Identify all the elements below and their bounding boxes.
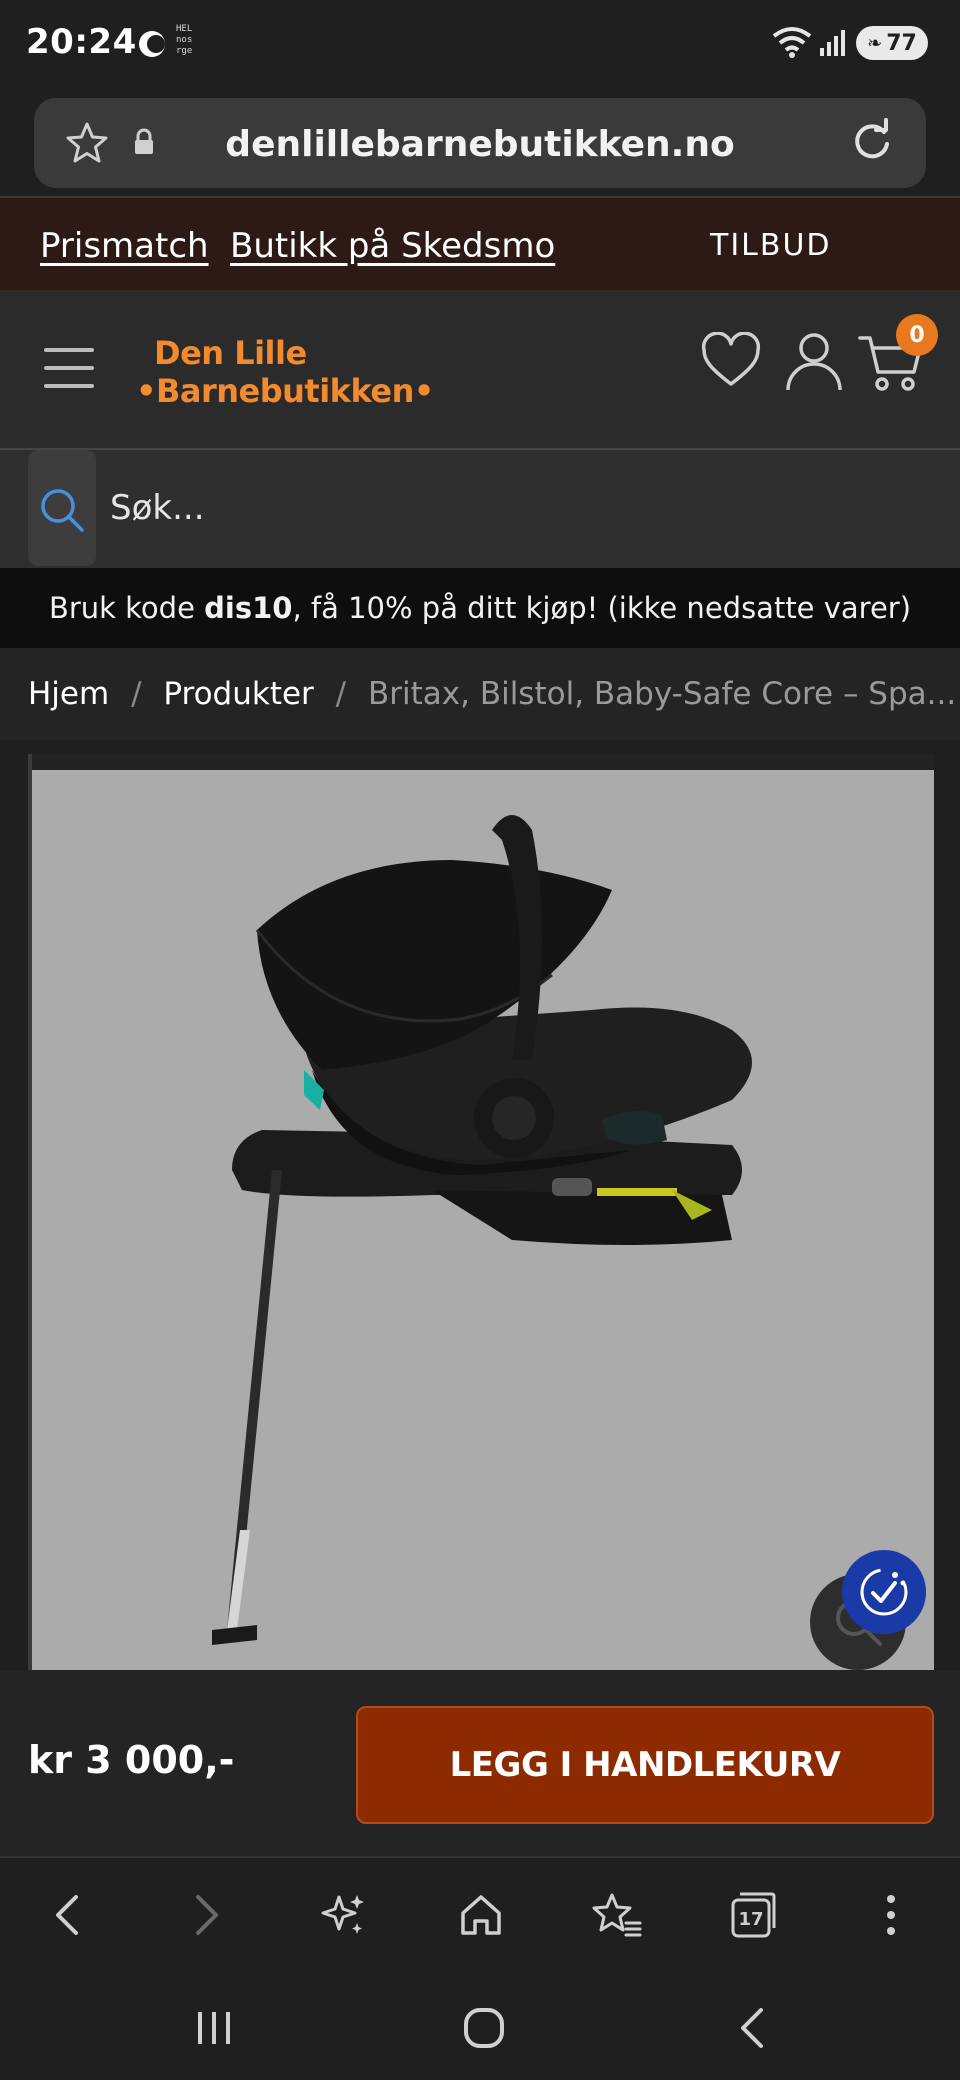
discount-code: dis10 <box>204 591 293 625</box>
bookmarks-star-icon <box>592 1893 642 1937</box>
store-skedsmo-link[interactable]: Butikk på Skedsmo <box>230 226 555 266</box>
breadcrumb: Hjem / Produkter / Britax, Bilstol, Baby… <box>0 648 960 740</box>
breadcrumb-current: Britax, Bilstol, Baby-Safe Core – Spa... <box>367 676 957 712</box>
bookmarks-button[interactable] <box>590 1888 644 1942</box>
tabs-button[interactable]: 17 <box>726 1888 780 1942</box>
browser-url-area: denlillebarnebutikken.no <box>0 92 960 196</box>
tabs-icon: 17 <box>731 1892 776 1938</box>
account-user-icon[interactable] <box>784 330 844 392</box>
back-arrow-icon <box>56 1895 78 1935</box>
status-bar: 20:24 HEL nos rge ❧ 77 <box>0 0 960 92</box>
ai-assistant-button[interactable] <box>316 1888 370 1942</box>
wishlist-heart-icon[interactable] <box>700 332 762 390</box>
product-price: kr 3 000,- <box>28 1738 235 1782</box>
accessibility-button[interactable] <box>842 1550 926 1634</box>
code-banner-prefix: Bruk kode <box>48 591 195 625</box>
promo-strip: Prismatch Butikk på Skedsmo TILBUD <box>0 196 960 290</box>
logo-line-1: Den Lille <box>154 334 307 372</box>
breadcrumb-home[interactable]: Hjem <box>28 676 109 712</box>
breadcrumb-separator: / <box>131 676 142 712</box>
breadcrumb-products[interactable]: Produkter <box>163 676 313 712</box>
offers-link[interactable]: TILBUD <box>710 228 832 263</box>
system-nav-bar <box>0 1968 960 2080</box>
recent-apps-icon <box>198 2012 230 2044</box>
page: 20:24 HEL nos rge ❧ 77 denlillebarnebuti… <box>0 0 960 2080</box>
hamburger-menu-icon[interactable] <box>44 348 94 392</box>
forward-arrow-icon <box>196 1895 218 1935</box>
home-button[interactable] <box>454 1888 508 1942</box>
search-bar <box>0 450 960 568</box>
code-banner-suffix: , få 10% på ditt kjøp! (ikke nedsatte va… <box>292 591 912 625</box>
search-icon <box>41 489 84 532</box>
sparkle-icon <box>321 1895 364 1934</box>
product-gallery <box>0 740 960 1670</box>
battery-level: 77 <box>886 30 917 56</box>
status-tiny-text: HEL nos rge <box>176 24 193 56</box>
search-button[interactable] <box>28 450 96 566</box>
url-text[interactable]: denlillebarnebutikken.no <box>34 124 926 165</box>
home-icon <box>461 1895 501 1935</box>
system-home-button[interactable] <box>454 1998 514 2058</box>
buy-bar: kr 3 000,- LEGG I HANDLEKURV <box>0 1670 960 1856</box>
back-button[interactable] <box>40 1888 94 1942</box>
cart-count-badge: 0 <box>896 314 938 356</box>
battery-indicator: ❧ 77 <box>856 26 928 60</box>
site-header: Den Lille •Barnebutikken• <box>0 290 960 450</box>
car-seat-illustration <box>212 815 752 1645</box>
system-back-icon <box>741 2008 763 2048</box>
add-to-cart-button[interactable]: LEGG I HANDLEKURV <box>356 1706 934 1824</box>
discount-code-banner: Bruk kode dis10, få 10% på ditt kjøp! (i… <box>0 568 960 648</box>
more-vertical-icon <box>887 1895 895 1935</box>
tabs-count: 17 <box>738 1909 763 1930</box>
product-image[interactable] <box>32 770 934 1670</box>
url-bar[interactable]: denlillebarnebutikken.no <box>34 98 926 188</box>
reload-icon[interactable] <box>848 118 896 166</box>
prismatch-link[interactable]: Prismatch <box>40 226 209 266</box>
forward-button[interactable] <box>180 1888 234 1942</box>
system-home-icon <box>464 2008 504 2048</box>
accessibility-icon <box>860 1568 908 1616</box>
breadcrumb-separator: / <box>335 676 347 712</box>
browser-bottom-nav: 17 <box>0 1856 960 1968</box>
logo-line-2: •Barnebutikken• <box>136 372 434 410</box>
site-logo[interactable]: Den Lille •Barnebutikken• <box>136 334 434 410</box>
app-notification-icon <box>139 31 165 57</box>
wifi-icon <box>772 27 812 58</box>
signal-icon <box>820 30 845 56</box>
more-options-button[interactable] <box>864 1888 918 1942</box>
status-time: 20:24 <box>26 22 137 62</box>
system-back-button[interactable] <box>722 1998 782 2058</box>
battery-leaf-icon: ❧ <box>867 32 883 54</box>
recent-apps-button[interactable] <box>184 1998 244 2058</box>
search-input[interactable] <box>110 480 910 536</box>
